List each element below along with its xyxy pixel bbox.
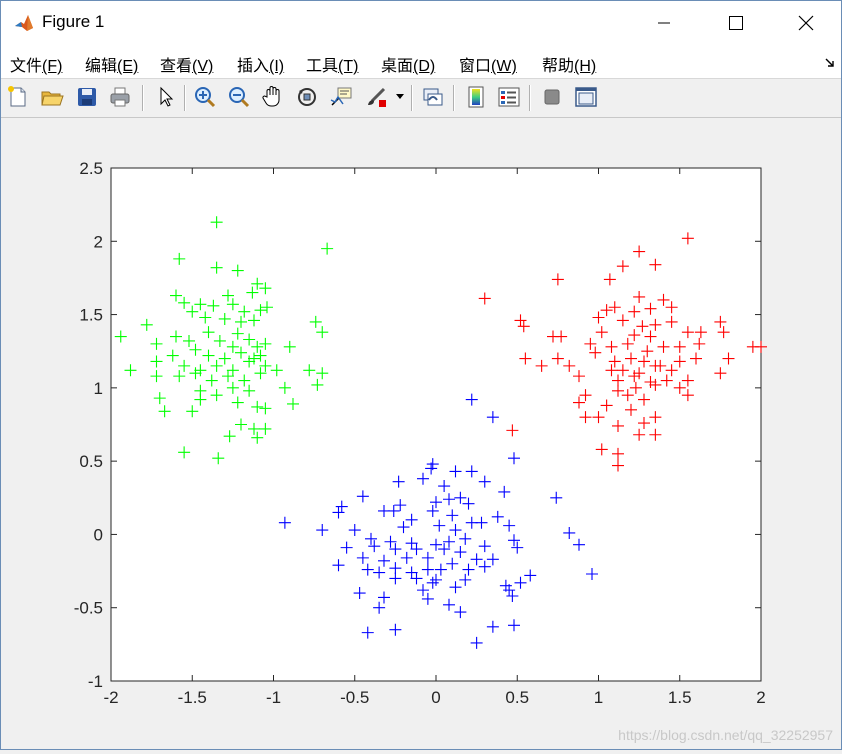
y-tick-label: 1 [94,379,103,398]
legend-icon [498,87,520,107]
scatter-chart[interactable]: -2 -1.5 -1 -0.5 0 0.5 1 1.5 2 -1 -0.5 0 0.5 1 1.5 2 2.5 [1,118,841,749]
open-file-icon [41,91,64,106]
y-tick-label: 2.5 [79,159,103,178]
data-cursor-button[interactable] [327,83,355,111]
menu-tools[interactable]: 工具(T) [306,52,358,76]
x-tick-label: -0.5 [340,688,369,707]
menu-desktop-mnemonic: (D) [413,58,436,75]
brush-dropdown-button[interactable] [393,83,407,111]
pan-hand-icon [262,86,280,107]
data-cursor-icon [330,87,352,106]
x-tick-label: 1.5 [668,688,692,707]
close-icon [798,15,814,31]
menu-help-label: 帮助 [542,58,575,75]
menu-window[interactable]: 窗口(W) [459,52,517,76]
new-figure-icon [8,86,26,107]
x-tick-label: -1.5 [178,688,207,707]
print-icon [110,87,130,107]
link-plot-icon [423,88,443,106]
show-plot-tools-icon [575,87,597,107]
hide-plot-tools-icon [544,89,560,105]
x-tick-label: -1 [266,688,281,707]
menu-file-mnemonic: (F) [42,58,63,75]
minimize-button[interactable] [629,1,699,45]
brush-icon [368,87,386,107]
zoom-out-button[interactable] [225,83,253,111]
matlab-logo-icon [13,12,35,34]
menu-tools-mnemonic: (T) [338,58,359,75]
menu-help[interactable]: 帮助(H) [542,52,596,76]
dock-figure-icon[interactable] [824,57,836,69]
rotate-3d-button[interactable] [293,83,321,111]
menu-tools-label: 工具 [306,58,339,75]
y-tick-label: -0.5 [74,599,103,618]
y-tick-label: 2 [94,232,103,251]
figure-window: Figure 1 文件(F) 编辑(E) 查看(V) 插入(I) 工具(T) 桌… [0,0,842,750]
title-bar[interactable]: Figure 1 [1,1,841,45]
window-title: Figure 1 [42,12,105,31]
x-tick-label: 0 [431,688,440,707]
x-tick-label: -2 [103,688,118,707]
toolbar-separator [453,85,455,111]
print-button[interactable] [106,83,134,111]
toolbar-separator [142,85,144,111]
close-button[interactable] [771,1,841,45]
watermark-text: https://blog.csdn.net/qq_32252957 [618,727,833,743]
toolbar-separator [411,85,413,111]
plot-area: -2 -1.5 -1 -0.5 0 0.5 1 1.5 2 -1 -0.5 0 0.5 1 1.5 2 2.5 … [1,118,841,749]
y-tick-label: 1.5 [79,306,103,325]
rotate-3d-icon [298,88,316,106]
link-plot-button[interactable] [419,83,447,111]
menu-edit[interactable]: 编辑(E) [85,52,138,76]
menu-view[interactable]: 查看(V) [160,52,213,76]
zoom-out-icon [229,87,250,108]
hide-plot-tools-button[interactable] [538,83,566,111]
brush-button[interactable] [362,83,390,111]
show-plot-tools-button[interactable] [572,83,600,111]
y-tick-label: 0 [94,525,103,544]
maximize-button[interactable] [701,1,771,45]
menu-insert-mnemonic: (I) [269,58,285,75]
menu-desktop-label: 桌面 [381,58,414,75]
figure-toolbar [1,79,841,118]
minimize-icon [658,22,670,24]
menu-view-label: 查看 [160,58,193,75]
open-file-button[interactable] [38,83,66,111]
menu-file-label: 文件 [10,58,43,75]
x-tick-label: 0.5 [505,688,529,707]
zoom-in-button[interactable] [191,83,219,111]
toolbar-separator [184,85,186,111]
menu-edit-label: 编辑 [85,58,118,75]
menu-desktop[interactable]: 桌面(D) [381,52,435,76]
menu-help-mnemonic: (H) [574,58,597,75]
zoom-in-icon [195,87,216,108]
menu-view-mnemonic: (V) [192,58,214,75]
select-arrow-button[interactable] [151,83,179,111]
chevron-down-icon [396,94,404,99]
menu-bar: 文件(F) 编辑(E) 查看(V) 插入(I) 工具(T) 桌面(D) 窗口(W… [1,45,841,79]
y-tick-label: 0.5 [79,452,103,471]
menu-window-label: 窗口 [459,58,492,75]
pan-button[interactable] [259,83,287,111]
x-tick-label: 2 [756,688,765,707]
maximize-icon [729,16,743,30]
menu-window-mnemonic: (W) [491,58,517,75]
menu-insert[interactable]: 插入(I) [237,52,284,76]
axes-box [110,167,762,682]
select-arrow-icon [160,86,174,107]
y-tick-label: -1 [88,672,103,691]
colorbar-icon [468,86,484,108]
menu-edit-mnemonic: (E) [117,58,139,75]
new-figure-button[interactable] [4,83,32,111]
legend-button[interactable] [495,83,523,111]
save-button[interactable] [73,83,101,111]
save-icon [78,88,96,106]
menu-insert-label: 插入 [237,58,270,75]
colorbar-button[interactable] [462,83,490,111]
menu-file[interactable]: 文件(F) [10,52,62,76]
toolbar-separator [529,85,531,111]
x-tick-label: 1 [594,688,603,707]
